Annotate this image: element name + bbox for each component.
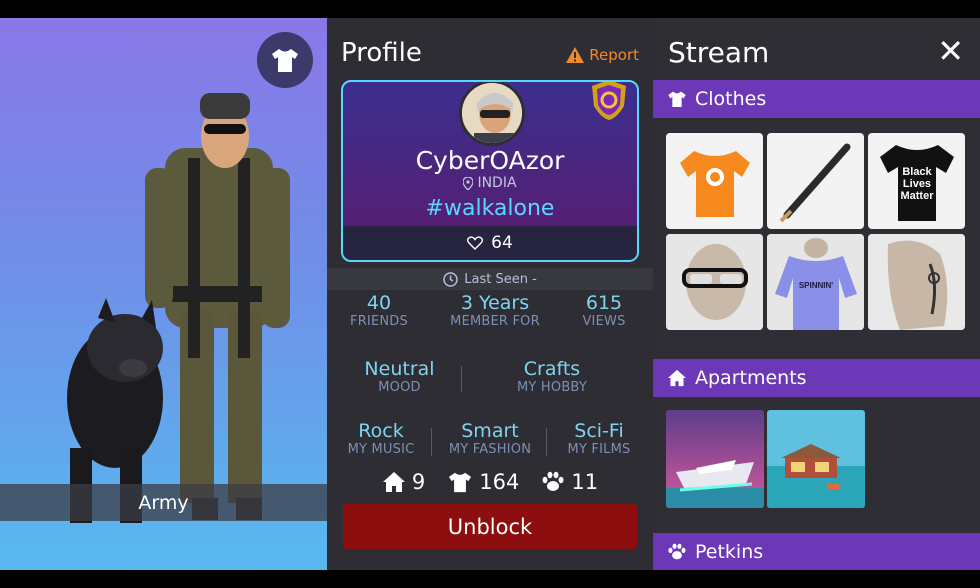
tshirt-icon <box>449 472 472 493</box>
music-label: MY MUSIC <box>347 442 415 457</box>
apartments-count: 9 <box>411 470 426 494</box>
profile-panel: Profile Report CyberOAzor INDIA #walkalo… <box>327 18 653 570</box>
house-icon <box>382 472 405 492</box>
profile-card: CyberOAzor INDIA #walkalone 64 <box>341 80 639 262</box>
likes[interactable]: 64 <box>343 226 637 260</box>
top-bar <box>0 0 980 18</box>
section-petkins[interactable]: Petkins <box>653 533 980 571</box>
mood-label: MOOD <box>378 380 421 395</box>
clothes-count-item[interactable]: 164 <box>447 470 519 494</box>
profile-title: Profile <box>341 38 422 68</box>
close-icon[interactable]: ✕ <box>937 32 964 70</box>
avatar-thumbnail[interactable] <box>459 82 525 146</box>
divider <box>461 366 462 392</box>
member-for-value: 3 Years <box>460 292 530 314</box>
tshirt-icon <box>272 49 298 72</box>
tshirt-text-3: Matter <box>900 190 934 202</box>
music: Rock MY MUSIC <box>335 420 427 457</box>
outfit-name: Army <box>138 491 189 514</box>
clothing-item[interactable] <box>767 133 864 229</box>
tshirt-icon <box>668 91 686 107</box>
mood: Neutral MOOD <box>347 358 452 395</box>
section-clothes-label: Clothes <box>695 88 767 110</box>
member-for-label: MEMBER FOR <box>450 314 540 329</box>
friends-label: FRIENDS <box>350 314 408 329</box>
outfit-button[interactable] <box>257 32 313 88</box>
section-petkins-label: Petkins <box>695 541 764 563</box>
paw-icon <box>668 543 686 560</box>
paw-icon <box>542 471 564 491</box>
stat-views: 615 VIEWS <box>563 292 645 329</box>
films-label: MY FILMS <box>567 442 631 457</box>
clothing-item[interactable] <box>666 234 763 330</box>
clock-icon <box>443 271 458 287</box>
apartment-item[interactable] <box>666 410 764 508</box>
hobby-value: Crafts <box>523 358 581 380</box>
report-button[interactable]: Report <box>565 46 639 64</box>
clothing-item[interactable]: Black Lives Matter <box>868 133 965 229</box>
hobby-label: MY HOBBY <box>517 380 587 395</box>
fashion-value: Smart <box>461 420 519 442</box>
pets-count-item[interactable]: 11 <box>541 470 598 494</box>
heart-icon <box>467 236 484 250</box>
divider <box>546 428 547 456</box>
report-label: Report <box>589 46 639 64</box>
section-apartments[interactable]: Apartments <box>653 359 980 397</box>
apartments-count-item[interactable]: 9 <box>382 470 425 494</box>
hashtag: #walkalone <box>425 196 555 221</box>
shield-badge-icon <box>592 82 626 120</box>
fashion-label: MY FASHION <box>448 442 532 457</box>
hobby: Crafts MY HOBBY <box>497 358 607 395</box>
inventory-counts: 9 164 11 <box>327 470 653 494</box>
friends-count: 40 <box>366 292 392 314</box>
apartment-item[interactable] <box>767 410 865 508</box>
bottom-bar <box>0 570 980 588</box>
clothing-item[interactable] <box>868 234 965 330</box>
section-apartments-label: Apartments <box>695 367 807 389</box>
likes-count: 64 <box>491 233 513 253</box>
pets-count: 11 <box>571 470 599 494</box>
divider <box>431 428 432 456</box>
clothing-item[interactable]: SPINNIN' <box>767 234 864 330</box>
last-seen-text: Last Seen - <box>464 271 537 287</box>
house-icon <box>668 369 686 387</box>
outfit-name-bar: Army <box>0 484 327 521</box>
unblock-button[interactable]: Unblock <box>343 504 637 549</box>
stream-title: Stream <box>668 36 770 69</box>
location-pin-icon <box>463 176 474 190</box>
username: CyberOAzor <box>415 146 565 175</box>
music-value: Rock <box>358 420 404 442</box>
warning-icon <box>566 47 585 63</box>
location: INDIA <box>343 175 637 191</box>
stat-member-for: 3 Years MEMBER FOR <box>437 292 553 329</box>
films-value: Sci-Fi <box>574 420 624 442</box>
soldier-avatar <box>145 93 290 520</box>
location-text: INDIA <box>477 175 517 191</box>
clothes-count: 164 <box>479 470 520 494</box>
section-clothes[interactable]: Clothes <box>653 80 980 118</box>
stream-panel: Stream ✕ Clothes Black Lives Matter SPIN… <box>653 18 980 571</box>
shirt-logo-text: SPINNIN' <box>799 281 833 290</box>
stat-friends[interactable]: 40 FRIENDS <box>335 292 423 329</box>
mood-value: Neutral <box>364 358 435 380</box>
fashion: Smart MY FASHION <box>437 420 543 457</box>
last-seen: Last Seen - <box>327 268 653 290</box>
avatar-panel: Army <box>0 18 327 570</box>
clothing-item[interactable] <box>666 133 763 229</box>
tshirt-text-2: Lives <box>903 178 931 190</box>
views-count: 615 <box>585 292 623 314</box>
tshirt-text-1: Black <box>902 166 932 178</box>
views-label: VIEWS <box>582 314 626 329</box>
films: Sci-Fi MY FILMS <box>553 420 645 457</box>
